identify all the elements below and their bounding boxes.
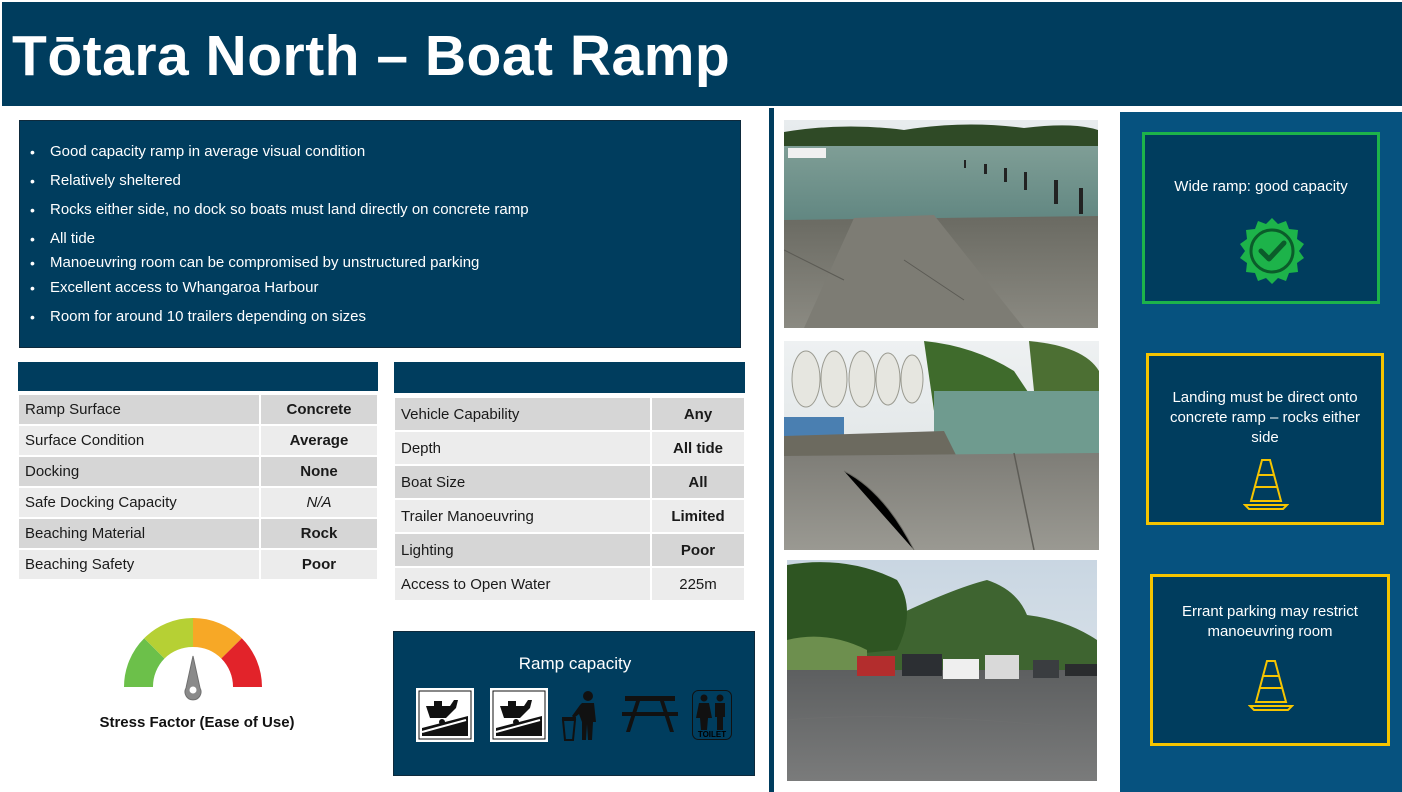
table-row: Boat Size All bbox=[393, 464, 746, 500]
rubbish-bin-icon bbox=[561, 691, 596, 741]
callout-text: Wide ramp: good capacity bbox=[1174, 178, 1348, 195]
row-label: Beaching Safety bbox=[17, 548, 261, 581]
table-row: Access to Open Water 225m bbox=[393, 566, 746, 602]
right-table-heading bbox=[394, 362, 745, 393]
summary-bullet: Manoeuvring room can be compromised by u… bbox=[30, 254, 479, 272]
row-label: Depth bbox=[393, 430, 652, 466]
callout-text: Landing must be direct onto concrete ram… bbox=[1169, 389, 1361, 446]
summary-panel: Good capacity ramp in average visual con… bbox=[19, 120, 741, 348]
row-label: Beaching Material bbox=[17, 517, 261, 550]
toilet-label: TOILET bbox=[698, 730, 726, 739]
row-value: Limited bbox=[650, 498, 746, 534]
table-row: Ramp Surface Concrete bbox=[17, 393, 379, 426]
ramp-photo-dinghies bbox=[784, 341, 1099, 550]
ramp-capacity-panel: Ramp capacity TOILET bbox=[393, 631, 755, 776]
table-row: Docking None bbox=[17, 455, 379, 488]
left-table-heading bbox=[18, 362, 378, 391]
summary-bullet: All tide bbox=[30, 230, 95, 248]
summary-bullet: Relatively sheltered bbox=[30, 172, 181, 190]
toilet-icon: TOILET bbox=[692, 690, 732, 740]
row-value: Average bbox=[259, 424, 379, 457]
summary-bullet: Excellent access to Whangaroa Harbour bbox=[30, 279, 319, 297]
boat-ramp-icon bbox=[490, 688, 548, 742]
table-row: Beaching Safety Poor bbox=[17, 548, 379, 581]
row-label: Surface Condition bbox=[17, 424, 261, 457]
table-row: Trailer Manoeuvring Limited bbox=[393, 498, 746, 534]
access-spec-table: Vehicle Capability Any Depth All tide Bo… bbox=[393, 396, 746, 602]
row-value: All bbox=[650, 464, 746, 500]
picnic-table-icon bbox=[622, 696, 678, 732]
gauge-pivot bbox=[189, 686, 197, 694]
row-label: Ramp Surface bbox=[17, 393, 261, 426]
table-row: Lighting Poor bbox=[393, 532, 746, 568]
row-value: N/A bbox=[259, 486, 379, 519]
callout-landing: Landing must be direct onto concrete ram… bbox=[1146, 353, 1384, 525]
table-row: Vehicle Capability Any bbox=[393, 396, 746, 432]
stress-gauge bbox=[124, 618, 262, 701]
row-value: Poor bbox=[650, 532, 746, 568]
ramp-spec-table: Ramp Surface Concrete Surface Condition … bbox=[17, 393, 379, 581]
row-label: Safe Docking Capacity bbox=[17, 486, 261, 519]
traffic-cone-icon bbox=[1248, 660, 1294, 711]
ramp-photo-water bbox=[784, 120, 1098, 328]
row-value: Concrete bbox=[259, 393, 379, 426]
row-label: Boat Size bbox=[393, 464, 652, 500]
check-badge-icon bbox=[1240, 218, 1304, 284]
row-label: Vehicle Capability bbox=[393, 396, 652, 432]
table-row: Safe Docking Capacity N/A bbox=[17, 486, 379, 519]
traffic-cone-icon bbox=[1243, 459, 1289, 510]
parking-photo bbox=[787, 560, 1097, 781]
table-row: Surface Condition Average bbox=[17, 424, 379, 457]
row-label: Trailer Manoeuvring bbox=[393, 498, 652, 534]
summary-bullet: Room for around 10 trailers depending on… bbox=[30, 308, 366, 326]
row-value: Any bbox=[650, 396, 746, 432]
callout-capacity: Wide ramp: good capacity bbox=[1142, 132, 1380, 304]
summary-bullet: Good capacity ramp in average visual con… bbox=[30, 143, 365, 161]
row-label: Docking bbox=[17, 455, 261, 488]
row-label: Lighting bbox=[393, 532, 652, 568]
table-row: Depth All tide bbox=[393, 430, 746, 466]
callout-parking: Errant parking may restrict manoeuvring … bbox=[1150, 574, 1390, 746]
table-row: Beaching Material Rock bbox=[17, 517, 379, 550]
boat-ramp-icon bbox=[416, 688, 474, 742]
row-label: Access to Open Water bbox=[393, 566, 652, 602]
ramp-capacity-title: Ramp capacity bbox=[518, 654, 632, 673]
row-value: All tide bbox=[650, 430, 746, 466]
callout-text: Errant parking may restrict manoeuvring … bbox=[1182, 603, 1358, 640]
page-title: Tōtara North – Boat Ramp bbox=[12, 24, 731, 88]
stress-factor-label: Stress Factor (Ease of Use) bbox=[99, 714, 295, 731]
row-value: 225m bbox=[650, 566, 746, 602]
column-divider bbox=[769, 108, 774, 792]
row-value: None bbox=[259, 455, 379, 488]
row-value: Rock bbox=[259, 517, 379, 550]
row-value: Poor bbox=[259, 548, 379, 581]
summary-bullet: Rocks either side, no dock so boats must… bbox=[30, 201, 529, 219]
